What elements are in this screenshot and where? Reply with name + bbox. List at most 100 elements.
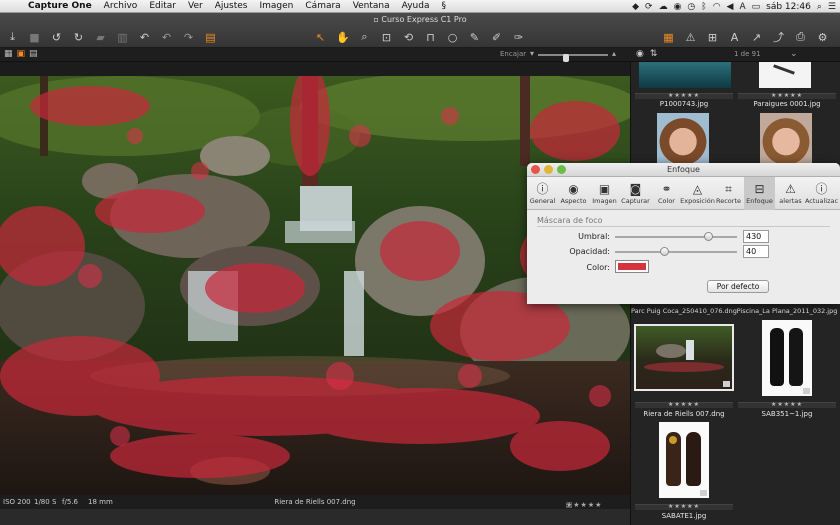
tab-actualizac[interactable]: ⓘ Actualizac	[805, 177, 838, 210]
loupe-tool-icon[interactable]: ⌕	[358, 30, 371, 44]
umbral-knob[interactable]	[703, 232, 713, 241]
menu-ver[interactable]: Ver	[182, 1, 209, 11]
collapse-chevron-icon[interactable]: ⌄	[790, 49, 798, 59]
print-icon[interactable]: ⎙	[794, 30, 807, 44]
eye-status-icon[interactable]: ◉	[674, 2, 682, 12]
thumb-sab351[interactable]	[762, 320, 812, 396]
menu-ajustes[interactable]: Ajustes	[209, 1, 254, 11]
menu-imagen[interactable]: Imagen	[254, 1, 300, 11]
straighten-tool-icon[interactable]: ⟲	[402, 31, 415, 44]
thumb-caption-2[interactable]: Paraigues 0001.jpg	[738, 100, 836, 108]
tab-alertas[interactable]: ⚠ alertas	[775, 177, 806, 210]
menu-ayuda[interactable]: Ayuda	[396, 1, 436, 11]
thumb-caption-6[interactable]: SAB351~1.jpg	[738, 410, 836, 418]
opacidad-knob[interactable]	[659, 247, 669, 256]
zoom-out-icon[interactable]: ▾	[530, 49, 534, 58]
thumb-caption-5[interactable]: Riera de Riells 007.dng	[635, 410, 733, 418]
thumb-paraigues[interactable]	[759, 62, 811, 88]
import-icon[interactable]: ⤓	[6, 30, 19, 44]
spotlight-icon[interactable]: ⌕	[817, 2, 822, 12]
thumb-caption-4[interactable]: Piscina_La Plana_2011_032.jpg	[735, 307, 839, 315]
tab-enfoque[interactable]: ⊟ Enfoque	[744, 177, 775, 210]
tab-general[interactable]: ⓘ General	[527, 177, 558, 210]
grid-view-icon[interactable]: ▦	[662, 31, 675, 44]
brush-tool-icon[interactable]: ✐	[490, 31, 503, 44]
panel-titlebar[interactable]: Enfoque	[527, 163, 840, 177]
forward-icon[interactable]: ↷	[182, 31, 195, 44]
mask-color-swatch[interactable]	[615, 260, 649, 273]
input-source-icon[interactable]: A	[739, 2, 745, 12]
settings-icon[interactable]: ⚙	[816, 31, 829, 44]
menu-camara[interactable]: Cámara	[299, 1, 346, 11]
thumb-stars-5[interactable]: ★★★★★	[635, 401, 733, 408]
thumb-stars-7[interactable]: ★★★★★	[635, 503, 733, 510]
variants-icon[interactable]: ▤	[204, 31, 217, 44]
thumb-stars-2[interactable]: ★★★★★	[738, 92, 836, 99]
eraser-tool-icon[interactable]: ✑	[512, 31, 525, 44]
rotate-right-icon[interactable]: ↻	[72, 31, 85, 44]
keystone-tool-icon[interactable]: ⊓	[424, 31, 437, 44]
tab-capturar[interactable]: ◙ Capturar	[620, 177, 651, 210]
dropbox-icon[interactable]: ◆	[632, 2, 639, 12]
single-view-icon[interactable]: ▣	[17, 49, 26, 59]
capture-icon[interactable]: ■	[28, 31, 41, 44]
text-icon[interactable]: A	[728, 31, 741, 44]
notification-center-icon[interactable]: ☰	[828, 2, 836, 12]
cloud-icon[interactable]: ☁	[659, 2, 668, 12]
thumb-stars-6[interactable]: ★★★★★	[738, 401, 836, 408]
tab-color[interactable]: ⚭ Color	[651, 177, 682, 210]
umbral-slider[interactable]	[615, 232, 737, 241]
pointer-tool-icon[interactable]: ↖	[314, 31, 327, 44]
thumb-caption-3[interactable]: Parc Puig Coca_250410_076.dng	[631, 307, 737, 315]
share-icon[interactable]: ↗	[750, 31, 763, 44]
trash-icon[interactable]: ▥	[116, 31, 129, 44]
undo-icon[interactable]: ↶	[138, 31, 151, 44]
folder-icon[interactable]: ▰	[94, 31, 107, 44]
zoom-knob[interactable]	[562, 54, 569, 62]
fit-label[interactable]: Encajar	[500, 50, 526, 58]
bluetooth-icon[interactable]: ᛒ	[701, 2, 706, 12]
menu-editar[interactable]: Editar	[143, 1, 182, 11]
menu-archivo[interactable]: Archivo	[98, 1, 144, 11]
picker-tool-icon[interactable]: ✎	[468, 31, 481, 44]
tab-aspecto[interactable]: ◉ Aspecto	[558, 177, 589, 210]
script-menu-icon[interactable]: §	[435, 1, 452, 11]
exposure-warning-icon[interactable]: ⚠	[684, 31, 697, 44]
opacidad-slider[interactable]	[615, 247, 737, 256]
reset-button[interactable]: Por defecto	[707, 280, 769, 293]
sync-icon[interactable]: ⟳	[645, 2, 653, 12]
opacidad-field[interactable]: 40	[743, 245, 769, 258]
thumb-stars-1[interactable]: ★★★★★	[635, 92, 733, 99]
thumb-caption-7[interactable]: SABATE1.jpg	[635, 512, 733, 520]
thumb-sabate1[interactable]	[659, 422, 709, 498]
filmstrip-view-icon[interactable]: ▤	[29, 49, 38, 59]
grid-layout-icon[interactable]: ▦	[4, 49, 13, 59]
thumb-parc-puig-coca[interactable]	[657, 113, 709, 165]
time-machine-icon[interactable]: ◷	[687, 2, 695, 12]
grid-overlay-icon[interactable]: ⊞	[706, 31, 719, 44]
thumb-riera-de-riells[interactable]	[634, 324, 734, 391]
umbral-field[interactable]: 430	[743, 230, 769, 243]
zoom-slider[interactable]: ▾ ▴	[530, 49, 616, 62]
volume-icon[interactable]: ◀	[727, 2, 734, 12]
hand-tool-icon[interactable]: ✋	[336, 31, 350, 44]
rotate-left-icon[interactable]: ↺	[50, 31, 63, 44]
spot-tool-icon[interactable]: ○	[446, 31, 459, 44]
wifi-icon[interactable]: ◠	[713, 2, 721, 12]
tab-recorte[interactable]: ⌗ Recorte	[713, 177, 744, 210]
battery-icon[interactable]: ▭	[752, 2, 761, 12]
thumb-piscina[interactable]	[760, 113, 812, 165]
menu-ventana[interactable]: Ventana	[347, 1, 396, 11]
sort-icon[interactable]: ⇅	[650, 49, 658, 59]
browser-eye-icon[interactable]: ◉	[636, 49, 644, 59]
viewer-color-tag[interactable]: ▫	[566, 501, 572, 509]
crop-tool-icon[interactable]: ⊡	[380, 31, 393, 44]
copy-adjustments-icon[interactable]: ⤴	[772, 29, 785, 45]
clock[interactable]: sáb 12:46	[766, 2, 811, 12]
thumb-caption-1[interactable]: P1000743.jpg	[635, 100, 733, 108]
tab-imagen[interactable]: ▣ Imagen	[589, 177, 620, 210]
thumb-p1000743[interactable]	[639, 62, 731, 88]
back-icon[interactable]: ↶	[160, 31, 173, 44]
tab-exposicin[interactable]: ◬ Exposición	[680, 177, 715, 210]
app-menu[interactable]: Capture One	[22, 1, 98, 11]
